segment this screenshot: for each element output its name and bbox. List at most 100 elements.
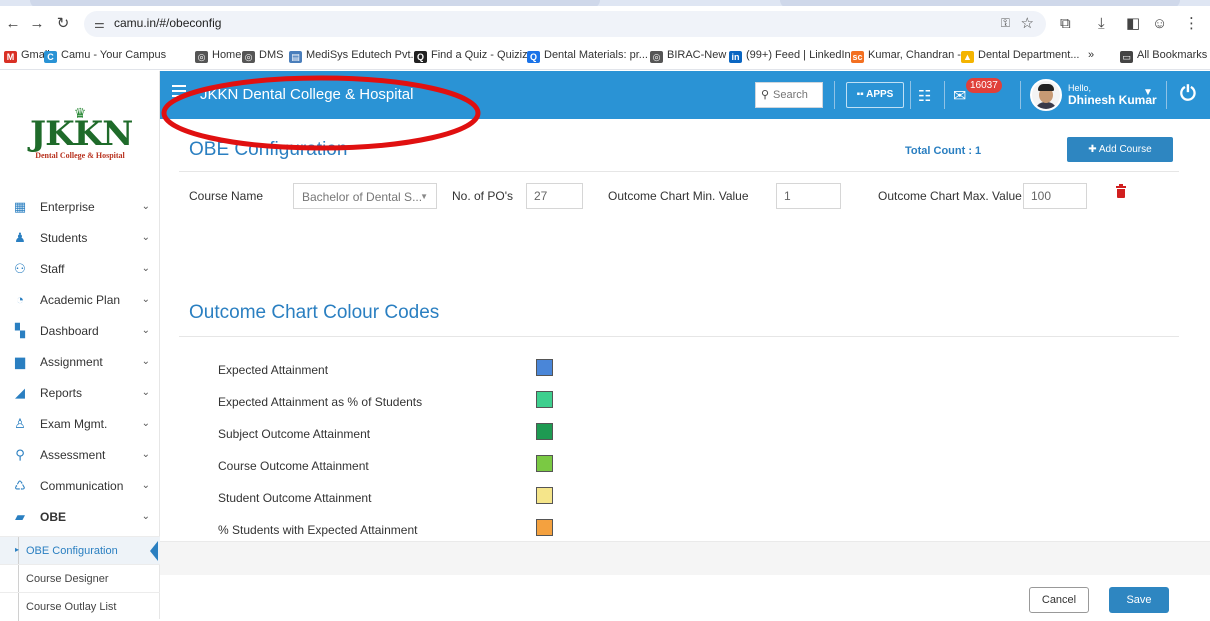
extensions-icon[interactable]: ⧉ [1060,16,1071,32]
bookmark-item[interactable]: ▭ All Bookmarks [1120,49,1207,63]
cancel-button[interactable]: Cancel [1029,587,1089,613]
bookmark-item[interactable]: ▤ MediSys Edutech Pvt... [289,49,420,63]
sidebar-item-academic-plan[interactable]: ◔ Academic Plan ⌄ [0,285,160,316]
more-menu-icon[interactable]: ⋮ [1184,16,1199,32]
sidebar-item-assignment[interactable]: ▆ Assignment ⌄ [0,347,160,378]
calendar-icon[interactable]: ☷ [918,87,931,105]
max-value-input[interactable]: 100 [1023,183,1087,209]
sidebar-item-obe[interactable]: ▰ OBE ⌄ [0,502,160,533]
course-name-value: Bachelor of Dental S... [302,190,423,204]
bookmark-item[interactable]: » [1088,49,1094,61]
dropdown-arrow-icon: ▼ [420,192,428,201]
sidebar-item-dashboard[interactable]: ▚ Dashboard ⌄ [0,316,160,347]
bookmark-item[interactable]: ◎ BIRAC-New [650,49,726,63]
sidebar-item-label: Students [40,231,88,245]
bookmark-item[interactable]: ▲ Dental Department... [961,49,1080,63]
colour-swatch[interactable] [536,519,553,536]
students-icon: ♟ [14,230,26,245]
download-icon[interactable]: ⤓ [1098,16,1105,32]
submenu-item[interactable]: Course Designer [0,564,160,593]
colour-swatch[interactable] [536,359,553,376]
sidebar-item-reports[interactable]: ◢ Reports ⌄ [0,378,160,409]
sidebar-item-label: Enterprise [40,200,95,214]
globe-icon: ◎ [195,51,208,63]
delete-trash-icon[interactable] [1116,184,1126,198]
bookmarks-bar: M Gmail C Camu - Your Campus ◎ Home ◎ DMS ▤ MediS… [0,42,1210,70]
side-panel-icon[interactable]: ◧ [1126,16,1140,32]
bookmark-item[interactable]: M Gmail [4,49,50,63]
sidebar-item-label: Exam Mgmt. [40,417,108,431]
po-count-input[interactable]: 27 [526,183,583,209]
divider [179,171,1179,172]
apps-button[interactable]: ▪▪ APPS [846,82,904,108]
submenu-item[interactable]: Course Outlay List [0,592,160,621]
bookmark-item[interactable]: Q Find a Quiz - Quizizz [414,49,533,63]
bookmark-item[interactable]: Q Dental Materials: pr... [527,49,648,63]
footer-bar [160,541,1210,575]
bookmark-item[interactable]: ◎ DMS [242,49,283,63]
communication-icon: ♺ [14,478,26,493]
tree-line [18,593,19,621]
sidebar-item-exam-mgmt[interactable]: ♙ Exam Mgmt. ⌄ [0,409,160,440]
save-button[interactable]: Save [1109,587,1169,613]
colour-swatch[interactable] [536,391,553,408]
submenu-item[interactable]: ▸ OBE Configuration [0,536,160,565]
power-icon[interactable]: ⏻ [1180,83,1196,106]
course-name-select[interactable]: Bachelor of Dental S... ▼ [293,183,437,209]
bookmark-item[interactable]: sc Kumar, Chandran -... [851,49,970,63]
reload-icon[interactable]: ↻ [54,15,72,33]
sidebar-item-enterprise[interactable]: ▦ Enterprise ⌄ [0,192,160,223]
bookmark-item[interactable]: ◎ Home [195,49,241,63]
browser-toolbar: ← → ↻ ⚌ camu.in/#/obeconfig ⚿ ☆ ⧉ ⤓ ◧ ☺ … [0,6,1210,42]
dashboard-icon: ▚ [15,323,25,338]
tree-line [18,565,19,593]
colour-code-label: Expected Attainment [218,363,329,377]
bookmark-item[interactable]: in (99+) Feed | LinkedIn [729,49,851,63]
chevron-down-icon: ⌄ [141,511,150,522]
sidebar-item-label: OBE [40,510,67,524]
divider [179,336,1179,337]
sidebar-item-label: Assessment [40,448,106,462]
sidebar-menu: ▦ Enterprise ⌄ ♟ Students ⌄ ⚇ Staff ⌄ ◔ Academic P… [0,192,160,533]
add-course-button[interactable]: ✚ Add Course [1067,137,1173,162]
address-bar[interactable]: ⚌ camu.in/#/obeconfig ⚿ ☆ [84,11,1046,37]
exam-icon: ♙ [14,416,26,431]
bookmark-label: MediSys Edutech Pvt... [306,49,420,61]
back-icon[interactable]: ← [4,15,22,33]
chevron-down-icon: ⌄ [141,356,150,367]
avatar[interactable] [1030,79,1062,111]
building-icon: ▦ [13,199,27,214]
separator [1166,81,1167,109]
search-box[interactable]: ⚲ [755,82,823,108]
caret-down-icon[interactable]: ▼ [1143,87,1153,98]
mail-icon[interactable]: ✉ [953,86,966,106]
chevron-down-icon: ⌄ [141,480,150,491]
colour-swatch[interactable] [536,455,553,472]
bookmark-label: Dental Materials: pr... [544,49,648,61]
sidebar-item-staff[interactable]: ⚇ Staff ⌄ [0,254,160,285]
colour-swatch[interactable] [536,423,553,440]
sidebar-item-communication[interactable]: ♺ Communication ⌄ [0,471,160,502]
active-indicator [150,541,158,561]
globe-icon: ◎ [650,51,663,63]
site-settings-icon[interactable]: ⚌ [94,17,105,31]
separator [944,81,945,109]
colour-swatch[interactable] [536,487,553,504]
min-value-input[interactable]: 1 [776,183,841,209]
bookmark-label: BIRAC-New [667,49,727,61]
chevron-down-icon: ⌄ [141,449,150,460]
camu-app: ♛ JKKN Dental College & Hospital ▦ Enterp… [0,71,1210,621]
college-logo: ♛ JKKN Dental College & Hospital [30,106,133,167]
min-value-label: Outcome Chart Min. Value [608,189,749,203]
profile-icon[interactable]: ☺ [1152,16,1167,32]
bookmark-item[interactable]: C Camu - Your Campus [44,49,166,63]
book-icon: ▰ [15,509,25,524]
sidebar-item-assessment[interactable]: ⚲ Assessment ⌄ [0,440,160,471]
url-text[interactable]: camu.in/#/obeconfig [114,16,221,30]
search-input[interactable] [773,87,821,103]
sidebar-item-label: Staff [40,262,65,276]
forward-icon[interactable]: → [28,15,46,33]
sidebar-item-students[interactable]: ♟ Students ⌄ [0,223,160,254]
password-key-icon[interactable]: ⚿ [1001,16,1010,31]
bookmark-star-icon[interactable]: ☆ [1021,14,1034,32]
